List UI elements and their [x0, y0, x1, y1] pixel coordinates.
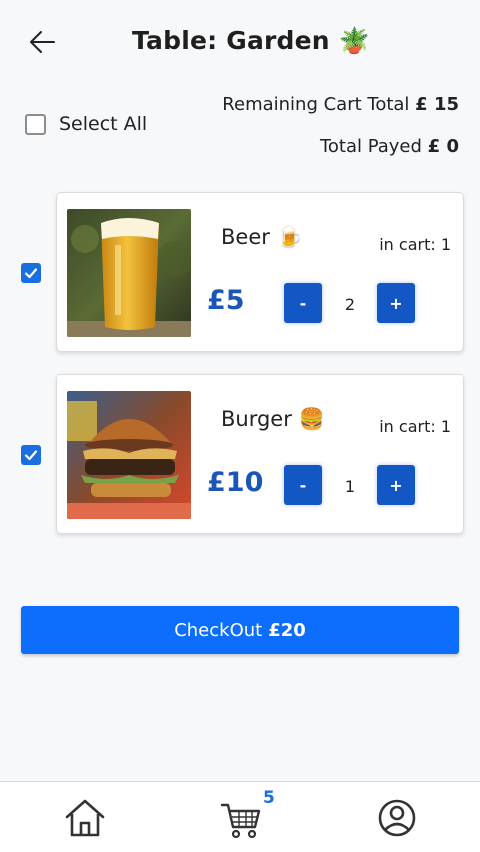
nav-home[interactable] [63, 796, 107, 840]
user-circle-icon [378, 799, 416, 837]
cart-item-card-beer: Beer 🍺 in cart: 1 £5 - 2 + [56, 192, 464, 352]
checkout-label: CheckOut [174, 619, 263, 641]
arrow-left-icon [30, 31, 55, 53]
total-payed-label: Total Payed [319, 136, 422, 157]
header: Table: Garden 🪴 [0, 0, 480, 90]
checkout-button[interactable]: CheckOut £20 [21, 606, 459, 654]
beer-image [67, 209, 191, 337]
item-checkbox-beer[interactable] [21, 263, 41, 283]
item-name-burger: Burger 🍔 [221, 407, 325, 432]
cart-icon [220, 803, 261, 839]
remaining-total-value: £ 15 [415, 94, 459, 115]
checkmark-icon [24, 450, 38, 461]
total-payed-line: Total Payed £ 0 [222, 134, 459, 160]
item-name-beer: Beer 🍺 [221, 225, 303, 250]
remaining-total-line: Remaining Cart Total £ 15 [222, 92, 459, 118]
back-button[interactable] [28, 29, 56, 55]
nav-cart[interactable] [219, 796, 263, 840]
in-cart-count: in cart: 1 [379, 417, 451, 436]
in-cart-count: in cart: 1 [379, 235, 451, 254]
item-name-text: Beer [221, 225, 270, 249]
page-title: Table: Garden 🪴 [132, 26, 370, 56]
page-title-text: Table: Garden [132, 26, 330, 55]
nav-profile[interactable] [375, 796, 419, 840]
select-all-checkbox[interactable] [25, 113, 46, 135]
item-checkbox-burger[interactable] [21, 445, 41, 465]
totals-summary: Remaining Cart Total £ 15 Total Payed £ … [222, 92, 459, 160]
increase-quantity-button[interactable]: + [377, 465, 415, 505]
decrease-quantity-button[interactable]: - [284, 283, 322, 323]
item-price: £5 [207, 285, 245, 316]
remaining-total-label: Remaining Cart Total [222, 94, 410, 115]
checkout-amount: £20 [268, 619, 306, 641]
total-payed-value: £ 0 [427, 136, 459, 157]
select-all-label: Select All [59, 113, 148, 135]
burger-emoji-icon: 🍔 [298, 407, 325, 431]
item-price: £10 [207, 467, 264, 498]
beer-emoji-icon: 🍺 [276, 225, 303, 249]
plant-emoji-icon: 🪴 [338, 26, 371, 55]
quantity-value: 2 [344, 295, 356, 314]
item-name-text: Burger [221, 407, 292, 431]
bottom-nav: 5 [0, 781, 480, 852]
quantity-value: 1 [344, 477, 356, 496]
checkmark-icon [24, 268, 38, 279]
select-all-toggle[interactable]: Select All [25, 113, 147, 135]
cart-count-badge: 5 [263, 788, 275, 808]
increase-quantity-button[interactable]: + [377, 283, 415, 323]
decrease-quantity-button[interactable]: - [284, 465, 322, 505]
burger-image [67, 391, 191, 519]
cart-item-card-burger: Burger 🍔 in cart: 1 £10 - 1 + [56, 374, 464, 534]
home-icon [65, 799, 105, 837]
